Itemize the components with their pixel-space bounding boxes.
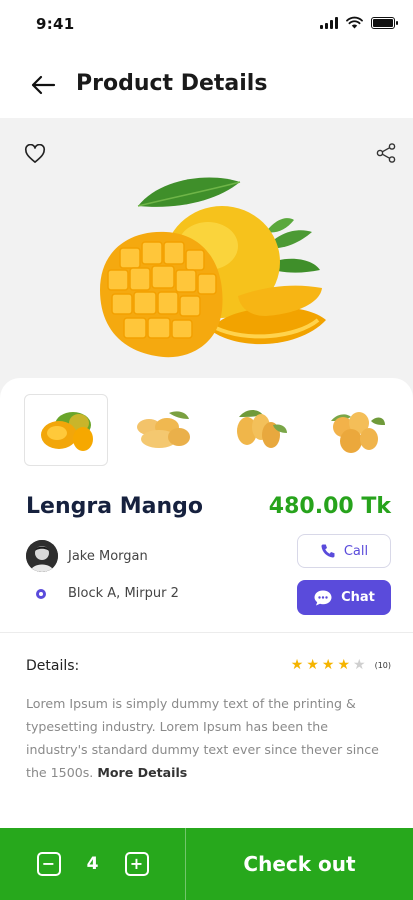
status-bar: 9:41 [0,0,413,48]
seller-name: Jake Morgan [68,548,148,564]
phone-icon [321,544,335,558]
mango-thumbnail-image [41,412,93,451]
star-icon: ★ [337,657,351,673]
mango-thumbnail-1[interactable] [24,394,108,466]
mango-thumbnail-2[interactable] [120,394,204,466]
product-description: Lorem Ipsum is simply dummy text of the … [26,692,392,784]
product-hero [0,118,413,398]
location-text: Block A, Mirpur 2 [68,586,179,601]
mango-thumbnail-4[interactable] [312,394,396,466]
more-details-link[interactable]: More Details [97,765,187,780]
divider [0,632,413,633]
mango-image [100,177,326,358]
seller-location: Block A, Mirpur 2 [34,586,179,601]
arrow-left-icon[interactable] [28,72,58,98]
avatar [26,540,58,572]
mango-thumbnail-image [331,412,385,453]
bottom-action-bar: − 4 + Check out [0,828,413,900]
call-label: Call [343,543,369,559]
star-icon: ★ [306,657,319,673]
chat-label: Chat [341,590,375,605]
quantity-value: 4 [86,854,99,874]
thumbnail-strip [24,394,396,466]
battery-icon [371,17,398,29]
product-price: 480.00 Tk [268,494,391,519]
chat-bubble-icon [314,590,332,605]
rating: ★ ★ ★ ★ ★ (10) [291,658,391,672]
page-title: Product Details [76,71,268,96]
status-time: 9:41 [36,15,75,33]
star-icon: ★ [290,657,304,673]
details-title: Details: [26,658,80,674]
app-header: Product Details [0,52,413,118]
heart-outline-icon[interactable] [24,144,46,164]
minus-icon[interactable]: − [36,852,61,876]
mango-thumbnail-image [137,411,190,448]
plus-icon[interactable]: + [124,852,149,876]
star-icon: ★ [321,657,335,673]
call-button[interactable]: Call [297,534,391,568]
mango-thumbnail-image [237,410,287,448]
rating-count: (10) [374,660,391,670]
product-card: Lengra Mango 480.00 Tk Jake Morgan Block… [0,378,413,900]
product-name: Lengra Mango [26,494,203,519]
signal-icon [320,17,338,29]
description-text: Lorem Ipsum is simply dummy text of the … [26,696,379,780]
quantity-stepper: − 4 + [0,828,186,900]
seller-info: Jake Morgan [26,540,148,572]
chat-button[interactable]: Chat [297,580,391,615]
star-icon: ★ [353,657,366,673]
wifi-icon [346,16,363,29]
status-icons [320,16,398,29]
checkout-button[interactable]: Check out [186,828,413,900]
share-icon[interactable] [375,142,397,164]
location-pin-icon [36,588,46,599]
mango-thumbnail-3[interactable] [216,394,300,466]
